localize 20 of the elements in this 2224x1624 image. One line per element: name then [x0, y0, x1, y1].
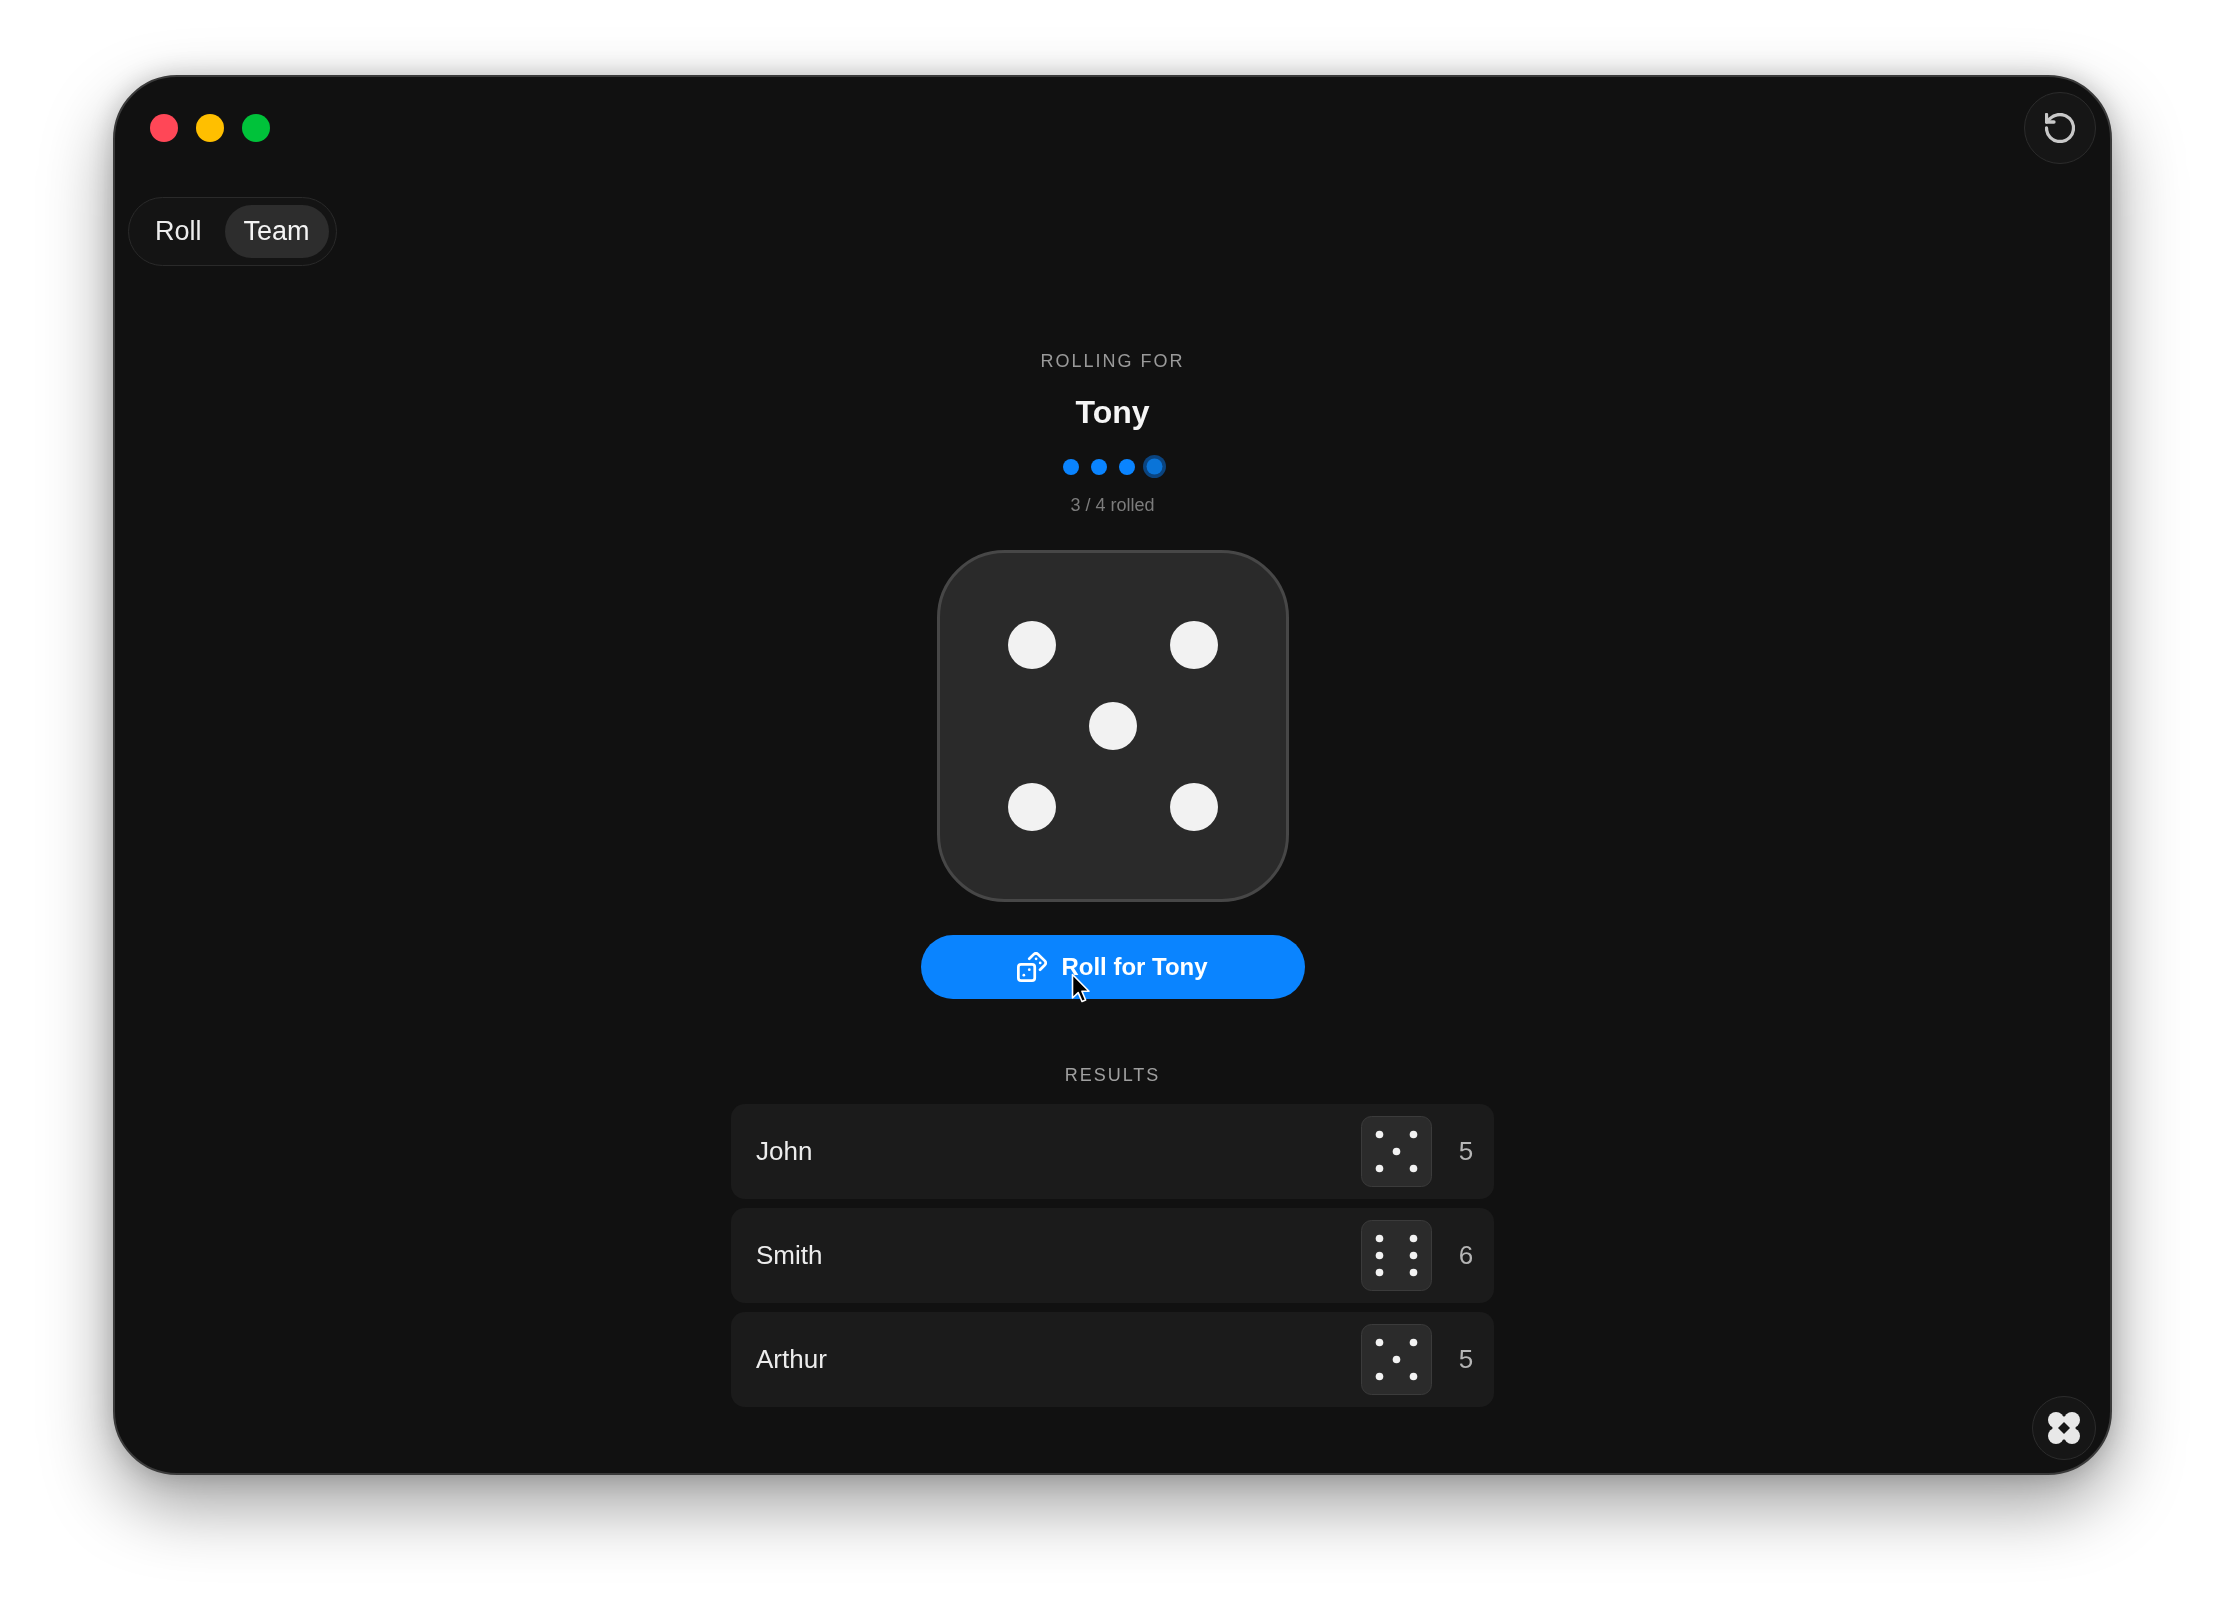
score-text: 5	[1457, 1136, 1475, 1167]
close-button[interactable]	[150, 114, 178, 142]
player-name: Arthur	[756, 1344, 828, 1375]
tab[interactable]: Roll	[136, 205, 221, 258]
zoom-button[interactable]	[242, 114, 270, 142]
player-name: Tony	[1075, 393, 1150, 432]
player-name: John	[756, 1136, 814, 1167]
section-label: ROLLING FOR	[1040, 350, 1185, 372]
score-text: 5	[1457, 1344, 1475, 1375]
minimize-button[interactable]	[196, 114, 224, 142]
progress-text: 3 / 4 rolled	[1070, 494, 1155, 516]
roll-button[interactable]: Roll for Tony	[920, 935, 1305, 999]
section-label: RESULTS	[1064, 1064, 1161, 1086]
four-petal-icon	[2048, 1412, 2080, 1444]
refresh-icon	[2045, 113, 2075, 143]
tab[interactable]: Team	[224, 205, 329, 258]
player-name: Smith	[756, 1240, 824, 1271]
dice-icon	[1017, 952, 1048, 982]
score-text: 6	[1457, 1240, 1475, 1271]
mouse-pointer-icon	[1070, 973, 1091, 1005]
